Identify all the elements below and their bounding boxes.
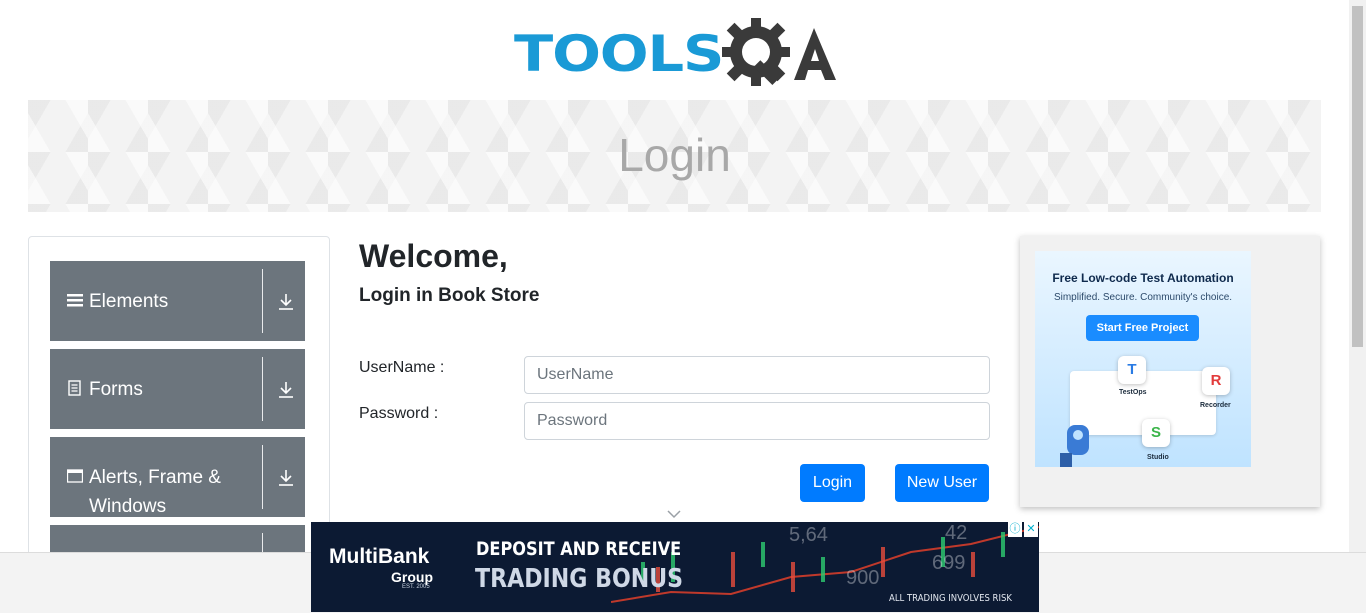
divider [262,357,263,421]
sidebar-group-widgets[interactable] [50,525,305,552]
welcome-heading: Welcome, [359,238,508,274]
window-icon [67,469,83,483]
chevron-down-icon[interactable] [666,508,682,520]
ad-headline-2: TRADING BONUS [475,564,684,594]
ticker-number: 699 [932,552,966,574]
start-free-project-button[interactable]: Start Free Project [1086,315,1199,341]
username-input[interactable] [524,356,990,394]
document-icon [68,380,81,396]
sidebar-group-label: Alerts, Frame & Windows [89,467,221,517]
testops-caption: TestOps [1119,389,1147,396]
divider [262,269,263,333]
sidebar-group-alerts-frame-windows[interactable]: Alerts, Frame & Windows [50,437,305,517]
sidebar-nav: Elements Forms Alerts, Frame & Windows [28,236,330,552]
new-user-button[interactable]: New User [895,464,989,502]
ticker-number: 5,64 [789,524,828,546]
testops-icon: T [1118,356,1146,384]
toolsqa-logo[interactable]: TOOLS [514,16,838,90]
page-banner: Login [28,100,1321,212]
studio-icon: S [1142,419,1170,447]
scrollbar-thumb[interactable] [1352,6,1363,347]
recorder-icon: R [1202,367,1230,395]
download-arrow-icon[interactable] [278,381,294,399]
divider [262,445,263,509]
multibank-logo: MultiBank [329,545,430,568]
password-label: Password : [359,405,439,422]
page-scrollbar[interactable] [1349,0,1366,552]
page-title: Login [618,129,731,181]
multibank-logo-sub: Group [391,569,433,585]
right-advertisement[interactable]: Free Low-code Test Automation Simplified… [1020,236,1320,507]
sidebar-group-label: Elements [89,291,169,312]
list-icon [67,294,83,307]
sidebar-group-label: Forms [89,379,143,400]
ad-disclaimer: ALL TRADING INVOLVES RISK [889,593,1012,604]
sidebar-group-forms[interactable]: Forms [50,349,305,429]
ad-headline-1: DEPOSIT AND RECEIVE [476,538,682,560]
bottom-advertisement[interactable]: 5,64 42 699 900 MultiBank Group EST. 200… [311,522,1039,612]
gear-magnifier-logo-icon [722,18,836,86]
ad-info-icon[interactable]: ⓘ [1008,522,1022,537]
download-arrow-icon[interactable] [278,469,294,487]
studio-caption: Studio [1147,454,1169,461]
ticker-number: 900 [846,567,880,589]
download-arrow-icon[interactable] [278,293,294,311]
multibank-established: EST. 2005 [402,584,430,590]
ad-card[interactable]: Free Low-code Test Automation Simplified… [1035,251,1251,467]
ticker-number: 42 [945,522,968,544]
ad-title: Free Low-code Test Automation [1052,271,1234,285]
divider [262,533,263,552]
robot-arm-icon [1060,425,1089,467]
login-button[interactable]: Login [800,464,865,502]
logo-text: TOOLS [514,25,724,83]
ad-subtitle: Simplified. Secure. Community's choice. [1053,292,1233,303]
sidebar-group-elements[interactable]: Elements [50,261,305,341]
page: TOOLS Login Elements Forms Alerts, Frame… [0,0,1349,552]
recorder-caption: Recorder [1200,402,1231,409]
username-label: UserName : [359,359,445,376]
login-subtitle: Login in Book Store [359,285,540,306]
ad-close-icon[interactable]: ✕ [1024,522,1038,537]
password-input[interactable] [524,402,990,440]
